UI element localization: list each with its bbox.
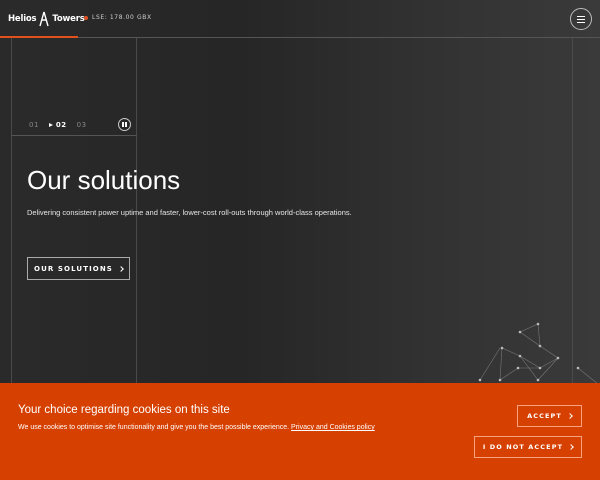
- site-header: Helios Towers LSE: 178.00 GBX: [0, 0, 600, 38]
- network-pattern-decoration: [478, 322, 599, 385]
- slide-number-3[interactable]: 03: [77, 121, 87, 129]
- slide-indicator: 01 02 03: [29, 121, 87, 129]
- cookie-banner: Your choice regarding cookies on this si…: [0, 383, 600, 480]
- grid-line-horizontal: [11, 135, 137, 136]
- our-solutions-label: OUR SOLUTIONS: [34, 264, 113, 273]
- play-arrow-icon: [48, 123, 53, 127]
- cookie-title: Your choice regarding cookies on this si…: [18, 404, 230, 416]
- chevron-right-icon: [567, 413, 573, 419]
- hero-subtitle: Delivering consistent power uptime and f…: [27, 208, 352, 217]
- tower-logo-icon: [39, 11, 50, 27]
- accept-button[interactable]: ACCEPT: [517, 405, 582, 427]
- our-solutions-button[interactable]: OUR SOLUTIONS: [27, 257, 130, 280]
- slide-number-2[interactable]: 02: [48, 121, 67, 129]
- accept-label: ACCEPT: [527, 412, 562, 420]
- slide-number-1[interactable]: 01: [29, 121, 39, 129]
- privacy-policy-link[interactable]: Privacy and Cookies policy: [291, 424, 375, 431]
- pause-icon: [122, 122, 124, 127]
- ticker-text: LSE: 178.00 GBX: [92, 14, 152, 21]
- logo-text-left: Helios: [8, 14, 37, 24]
- hamburger-icon: [577, 15, 585, 23]
- menu-button[interactable]: [570, 8, 592, 30]
- cookie-description: We use cookies to optimise site function…: [18, 423, 408, 433]
- logo-text-right: Towers: [52, 14, 85, 24]
- decline-button[interactable]: I DO NOT ACCEPT: [474, 436, 582, 458]
- pause-button[interactable]: [118, 118, 131, 131]
- slide-number-2-label: 02: [55, 121, 67, 129]
- chevron-right-icon: [118, 265, 124, 272]
- stock-ticker: LSE: 178.00 GBX: [84, 14, 152, 21]
- hero-title: Our solutions: [27, 165, 181, 195]
- helios-towers-logo[interactable]: Helios Towers: [8, 10, 85, 28]
- decline-label: I DO NOT ACCEPT: [482, 443, 564, 451]
- ticker-dot-icon: [84, 15, 88, 20]
- chevron-right-icon: [568, 444, 574, 450]
- pause-icon-bar: [125, 122, 127, 127]
- cookie-text: We use cookies to optimise site function…: [18, 424, 290, 431]
